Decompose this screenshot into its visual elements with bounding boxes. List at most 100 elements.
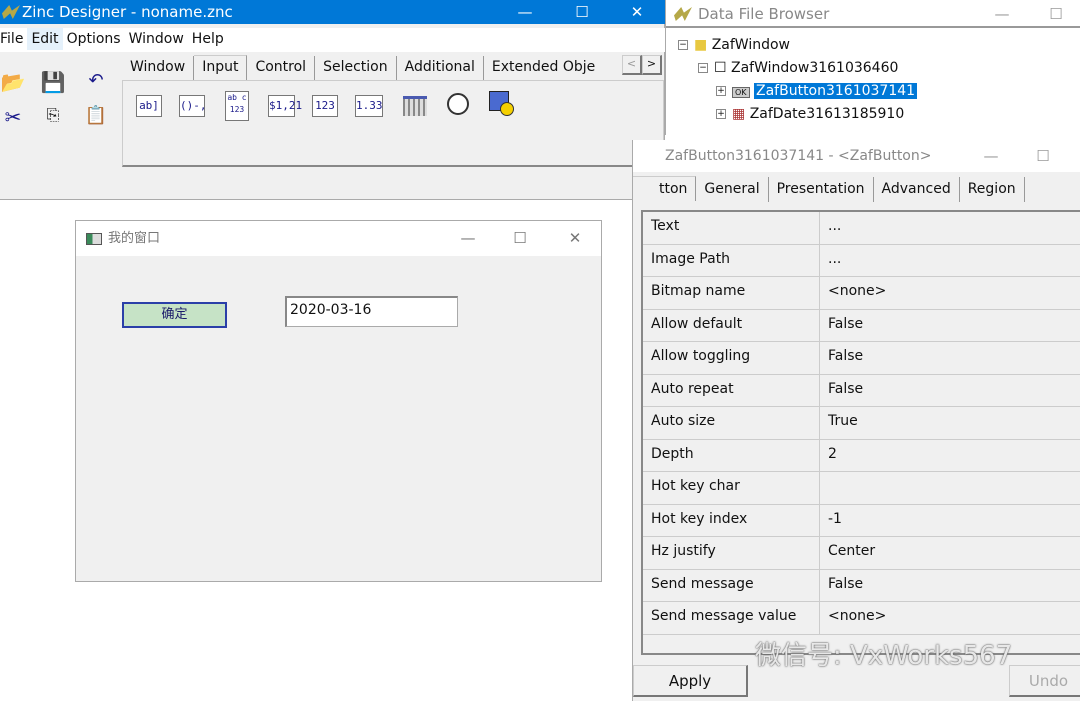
tab-window[interactable]: Window (122, 56, 195, 81)
ok-button[interactable]: 确定 (122, 302, 227, 328)
integer-tool[interactable]: 123 (312, 95, 338, 117)
undo-button[interactable]: Undo (1009, 665, 1080, 697)
expand-icon[interactable]: + (716, 109, 726, 119)
tree-node[interactable]: − ■ ZafWindow (678, 35, 790, 55)
property-value[interactable]: 2 (828, 440, 837, 468)
menu-options[interactable]: Options (63, 28, 125, 50)
minimize-button[interactable]: — (448, 221, 488, 256)
property-row[interactable]: Text... (643, 212, 1080, 245)
property-row[interactable]: Send message False (643, 569, 1080, 602)
date-field[interactable]: 2020-03-16 (285, 296, 458, 327)
tab-extended-objects[interactable]: Extended Obje (484, 56, 603, 81)
apply-button[interactable]: Apply (633, 665, 748, 697)
menu-help[interactable]: Help (188, 28, 228, 50)
title-bar: Data File Browser — ☐ (666, 0, 1080, 28)
collapse-icon[interactable]: − (698, 63, 708, 73)
close-button[interactable]: ✕ (555, 221, 595, 256)
menu-window[interactable]: Window (125, 28, 188, 50)
tab-additional[interactable]: Additional (397, 56, 484, 81)
menu-bar: File Edit Options Window Help (0, 28, 665, 52)
maximize-button[interactable]: ☐ (1036, 0, 1076, 28)
maximize-button[interactable]: ☐ (500, 221, 540, 256)
property-value[interactable]: True (828, 407, 858, 435)
tree-node[interactable]: + ▦ ZafDate31613185910 (716, 104, 904, 124)
data-file-browser-window: Data File Browser — ☐ − ■ ZafWindow − ☐ Za… (665, 0, 1080, 135)
node-label: ZafButton3161037141 (754, 83, 918, 99)
property-name: Auto repeat (643, 374, 820, 406)
property-row[interactable]: Allow toggling False (643, 342, 1080, 375)
paste-icon[interactable]: 📋 (83, 105, 109, 129)
menu-file[interactable]: File (0, 28, 27, 50)
open-icon[interactable]: 📂 (0, 70, 26, 94)
maximize-button[interactable]: ☐ (562, 0, 602, 24)
window-title: Data File Browser (698, 5, 830, 23)
property-value[interactable]: False (828, 310, 863, 338)
property-row[interactable]: Send message value <none> (643, 602, 1080, 635)
minimize-button[interactable]: — (505, 0, 545, 24)
date-icon: ▦ (732, 106, 746, 122)
palette-tabs: Window Input Control Selection Additional Ext… (122, 55, 662, 81)
property-value[interactable]: ... (828, 245, 841, 273)
formatted-string-tool[interactable]: ()-, (179, 95, 207, 117)
property-name: Allow toggling (643, 342, 820, 374)
currency-tool[interactable]: $1,21 (268, 95, 302, 117)
property-value[interactable]: <none> (828, 602, 886, 630)
date-calendar-icon[interactable] (403, 96, 427, 116)
string-field-tool[interactable]: ab] (136, 95, 162, 117)
tree-node[interactable]: + OK ZafButton3161037141 (716, 81, 918, 103)
input-palette: ab] ()-, ab c 123 $1,21 123 1.33 (122, 80, 664, 167)
window-title: ZafButton3161037141 - <ZafButton> (665, 148, 932, 164)
property-value[interactable]: <none> (828, 277, 886, 305)
tree-node[interactable]: − ☐ ZafWindow3161036460 (698, 58, 898, 78)
copy-icon[interactable]: ⎘ (40, 105, 66, 129)
property-row[interactable]: Image Path... (643, 244, 1080, 277)
property-row[interactable]: Bitmap name <none> (643, 277, 1080, 310)
property-name: Auto size (643, 407, 820, 439)
menu-edit[interactable]: Edit (27, 28, 63, 50)
property-value[interactable]: Center (828, 537, 875, 565)
property-row[interactable]: Depth 2 (643, 439, 1080, 472)
tab-control[interactable]: Control (247, 56, 316, 81)
tab-advanced[interactable]: Advanced (874, 177, 960, 202)
tab-region[interactable]: Region (960, 177, 1025, 202)
time-clock-icon[interactable] (447, 93, 469, 115)
property-name: Hot key index (643, 504, 820, 536)
property-value[interactable]: False (828, 375, 863, 403)
property-value[interactable]: False (828, 342, 863, 370)
datetime-icon[interactable] (489, 91, 514, 116)
property-value[interactable]: -1 (828, 505, 842, 533)
node-label: ZafWindow3161036460 (731, 60, 899, 76)
app-logo-icon (674, 7, 692, 21)
watermark: 微信号: VxWorks567 (755, 641, 1013, 671)
property-row[interactable]: Hz justify Center (643, 537, 1080, 570)
undo-icon[interactable]: ↶ (83, 70, 109, 94)
maximize-button[interactable]: ☐ (1023, 140, 1063, 172)
property-row[interactable]: Auto repeat False (643, 374, 1080, 407)
property-row[interactable]: Hot key char (643, 472, 1080, 505)
my-window-dialog: 我的窗口 — ☐ ✕ 确定 2020-03-16 (75, 220, 602, 582)
tab-selection[interactable]: Selection (315, 56, 397, 81)
button-icon: OK (732, 87, 750, 98)
property-row[interactable]: Allow default False (643, 309, 1080, 342)
collapse-icon[interactable]: − (678, 40, 688, 50)
expand-icon[interactable]: + (716, 86, 726, 96)
tab-general[interactable]: General (696, 177, 769, 202)
property-row[interactable]: Hot key index -1 (643, 504, 1080, 537)
minimize-button[interactable]: — (982, 0, 1022, 28)
property-value[interactable]: False (828, 570, 863, 598)
tab-scroll-left-button[interactable]: < (622, 55, 642, 75)
save-icon[interactable]: 💾 (40, 70, 66, 94)
cut-icon[interactable]: ✂ (0, 105, 26, 129)
real-tool[interactable]: 1.33 (355, 95, 383, 117)
close-button[interactable]: ✕ (617, 0, 657, 24)
title-bar: ZafButton3161037141 - <ZafButton> — ☐ (633, 140, 1080, 172)
property-row[interactable]: Auto size True (643, 407, 1080, 440)
tab-presentation[interactable]: Presentation (769, 177, 874, 202)
tab-scroll-right-button[interactable]: > (642, 55, 662, 75)
minimize-button[interactable]: — (971, 140, 1011, 172)
tab-input[interactable]: Input (194, 55, 248, 80)
text-tool[interactable]: ab c 123 (225, 91, 249, 121)
tab-button[interactable]: tton (633, 176, 697, 201)
property-value[interactable]: ... (828, 212, 841, 240)
property-name: Send message (643, 569, 820, 601)
